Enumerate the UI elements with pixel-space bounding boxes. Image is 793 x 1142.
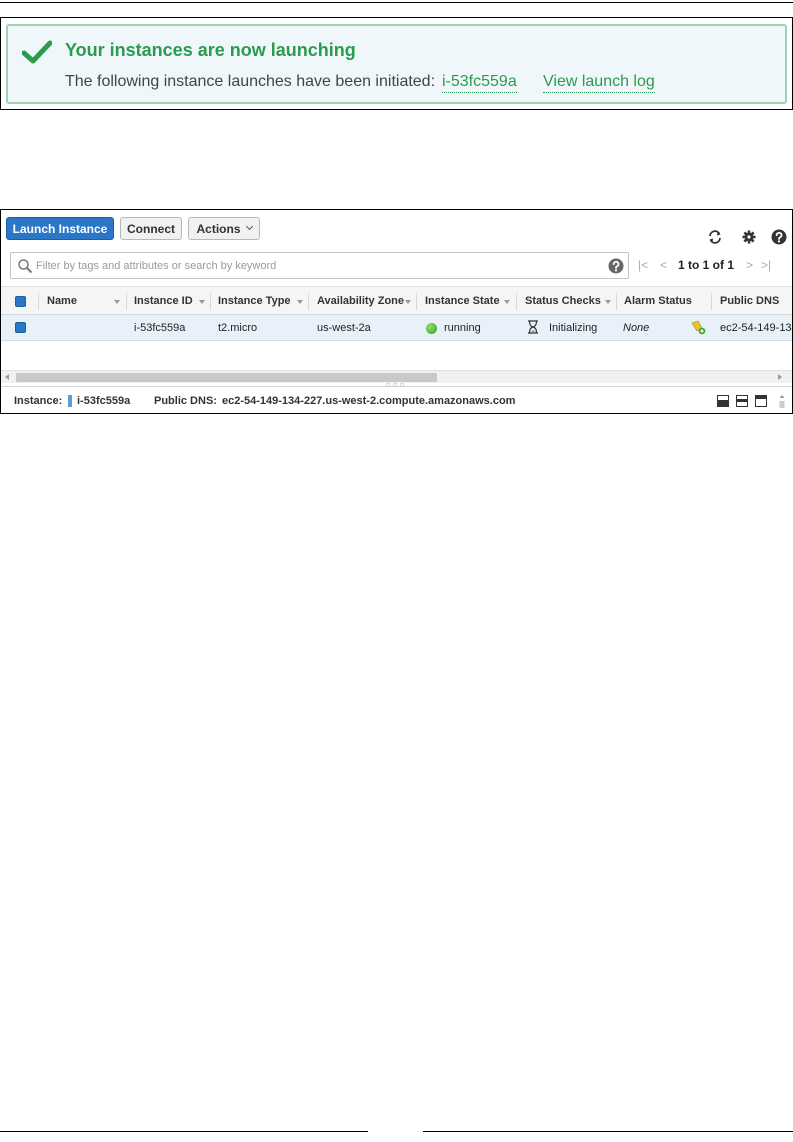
row-checkbox[interactable] (15, 322, 26, 333)
column-header-alarm-status[interactable]: Alarm Status (624, 295, 692, 307)
gear-icon[interactable] (741, 229, 757, 245)
layout-split-pane-icon[interactable] (736, 395, 748, 407)
column-header-availability-zone[interactable]: Availability Zone (317, 295, 404, 307)
layout-bottom-pane-icon[interactable] (717, 395, 729, 407)
column-header-name[interactable]: Name (47, 295, 77, 307)
cell-status-checks: Initializing (549, 322, 598, 334)
column-divider (711, 293, 712, 310)
search-help-icon[interactable] (608, 258, 624, 274)
cell-availability-zone: us-west-2a (317, 322, 371, 334)
help-icon[interactable] (771, 229, 787, 245)
scrollbar-thumb[interactable] (16, 373, 437, 382)
chevron-down-icon (245, 222, 253, 231)
select-all-checkbox[interactable] (15, 296, 26, 307)
actions-label: Actions (196, 221, 241, 236)
detail-instance-value: i-53fc559a (77, 395, 131, 407)
launch-status-frame: Your instances are now launching The fol… (0, 17, 793, 110)
connect-button[interactable]: Connect (120, 217, 182, 240)
cell-alarm-status: None (623, 322, 650, 334)
instance-color-swatch (68, 395, 72, 407)
footer-rule-left (0, 1131, 368, 1132)
column-header-status-checks[interactable]: Status Checks (525, 295, 601, 307)
scroll-right-arrow-icon[interactable] (778, 374, 782, 380)
cell-instance-id: i-53fc559a (134, 322, 186, 334)
sort-icon[interactable] (405, 300, 411, 304)
detail-instance-label: Instance: (14, 395, 63, 407)
column-divider (126, 293, 127, 310)
details-scrollbar[interactable] (779, 393, 785, 409)
instances-console-panel: Launch Instance Connect Actions Filter b… (0, 209, 793, 414)
table-row[interactable]: i-53fc559a t2.micro us-west-2a running I… (1, 315, 793, 341)
column-divider (616, 293, 617, 310)
sort-icon[interactable] (114, 300, 120, 304)
first-page-icon[interactable]: |< (638, 258, 648, 274)
cell-instance-type: t2.micro (218, 322, 258, 334)
banner-message: The following instance launches have bee… (65, 73, 436, 90)
banner-title: Your instances are now launching (65, 40, 356, 60)
instance-details-bar: Instance: i-53fc559a Public DNS: ec2-54-… (1, 386, 792, 413)
last-page-icon[interactable]: >| (761, 258, 771, 274)
column-divider (308, 293, 309, 310)
refresh-icon[interactable] (707, 229, 723, 245)
column-divider (38, 293, 39, 310)
column-header-instance-id[interactable]: Instance ID (134, 295, 193, 307)
sort-icon[interactable] (605, 300, 611, 304)
layout-top-pane-icon[interactable] (755, 395, 767, 407)
launch-success-banner: Your instances are now launching The fol… (6, 24, 787, 104)
instance-id-link[interactable]: i-53fc559a (442, 73, 517, 93)
column-divider (210, 293, 211, 310)
column-header-public-dns[interactable]: Public DNS (720, 295, 779, 307)
column-header-instance-type[interactable]: Instance Type (218, 295, 291, 307)
pagination-text: 1 to 1 of 1 (678, 258, 735, 272)
hourglass-icon (528, 320, 538, 334)
table-header: Name Instance ID Instance Type Availabil… (1, 286, 792, 315)
sort-icon[interactable] (504, 300, 510, 304)
cell-instance-state: running (444, 322, 481, 334)
sort-icon[interactable] (297, 300, 303, 304)
search-icon (18, 259, 33, 274)
footer-rule-right (423, 1131, 793, 1132)
search-input[interactable] (36, 256, 596, 275)
check-icon (22, 40, 52, 64)
actions-dropdown-button[interactable]: Actions (188, 217, 260, 240)
next-page-icon[interactable]: > (746, 258, 753, 274)
launch-instance-label: Launch Instance (12, 221, 108, 236)
launch-instance-button[interactable]: Launch Instance (6, 217, 114, 240)
sort-icon[interactable] (199, 300, 205, 304)
column-header-instance-state[interactable]: Instance State (425, 295, 500, 307)
running-status-icon (426, 323, 437, 334)
column-divider (416, 293, 417, 310)
view-launch-log-link[interactable]: View launch log (543, 73, 655, 93)
column-divider (516, 293, 517, 310)
connect-label: Connect (127, 221, 175, 236)
page-top-rule (0, 2, 793, 3)
filter-search-box (10, 252, 629, 279)
detail-dns-value: ec2-54-149-134-227.us-west-2.compute.ama… (222, 395, 516, 407)
detail-dns-label: Public DNS: (154, 395, 217, 407)
scroll-left-arrow-icon[interactable] (5, 374, 9, 380)
cell-public-dns: ec2-54-149-134 (720, 322, 793, 334)
previous-page-icon[interactable]: < (660, 258, 667, 274)
create-alarm-icon[interactable] (691, 320, 706, 335)
